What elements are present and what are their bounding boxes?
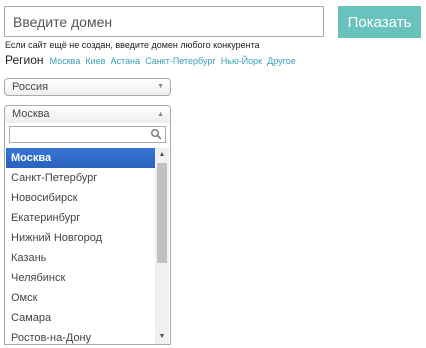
region-link-saint-petersburg[interactable]: Санкт-Петербург bbox=[145, 56, 216, 66]
chevron-up-icon: ▲ bbox=[157, 111, 164, 118]
city-option-novosibirsk[interactable]: Новосибирск bbox=[6, 188, 155, 208]
country-select-value: Россия bbox=[12, 81, 49, 93]
domain-input[interactable] bbox=[4, 6, 324, 37]
country-select[interactable]: Россия ▼ bbox=[4, 78, 171, 96]
city-option-saint-petersburg[interactable]: Санкт-Петербург bbox=[6, 168, 155, 188]
city-option-moscow[interactable]: Москва bbox=[6, 148, 155, 168]
scroll-down-icon[interactable]: ▼ bbox=[155, 330, 169, 344]
city-search-input[interactable] bbox=[10, 127, 154, 142]
city-select-value: Москва bbox=[12, 108, 50, 120]
scrollbar-thumb[interactable] bbox=[157, 163, 167, 263]
city-option-kazan[interactable]: Казань bbox=[6, 248, 155, 268]
region-link-moscow[interactable]: Москва bbox=[50, 56, 81, 66]
city-select[interactable]: Москва ▲ bbox=[4, 105, 171, 124]
domain-hint: Если сайт ещё не создан, введите домен л… bbox=[5, 40, 260, 50]
region-link-astana[interactable]: Астана bbox=[111, 56, 141, 66]
city-option-chelyabinsk[interactable]: Челябинск bbox=[6, 268, 155, 288]
city-list-scrollbar[interactable]: ▲ ▼ bbox=[155, 148, 169, 344]
city-options-list: Москва Санкт-Петербург Новосибирск Екате… bbox=[6, 148, 155, 344]
region-label: Регион bbox=[5, 53, 44, 67]
city-option-rostov-on-don[interactable]: Ростов-на-Дону bbox=[6, 328, 155, 344]
region-quick-links: Регион Москва Киев Астана Санкт-Петербур… bbox=[5, 52, 298, 69]
city-search-box bbox=[9, 126, 166, 143]
region-link-new-york[interactable]: Нью-Йорк bbox=[221, 56, 262, 66]
chevron-down-icon: ▼ bbox=[157, 83, 164, 90]
city-option-yekaterinburg[interactable]: Екатеринбург bbox=[6, 208, 155, 228]
scroll-up-icon[interactable]: ▲ bbox=[155, 148, 169, 162]
city-dropdown: Москва Санкт-Петербург Новосибирск Екате… bbox=[4, 123, 171, 345]
city-option-samara[interactable]: Самара bbox=[6, 308, 155, 328]
search-icon bbox=[151, 129, 162, 140]
show-button[interactable]: Показать bbox=[338, 6, 421, 38]
region-link-other[interactable]: Другое bbox=[267, 56, 296, 66]
city-option-omsk[interactable]: Омск bbox=[6, 288, 155, 308]
region-link-kiev[interactable]: Киев bbox=[85, 56, 105, 66]
city-option-nizhny-novgorod[interactable]: Нижний Новгород bbox=[6, 228, 155, 248]
